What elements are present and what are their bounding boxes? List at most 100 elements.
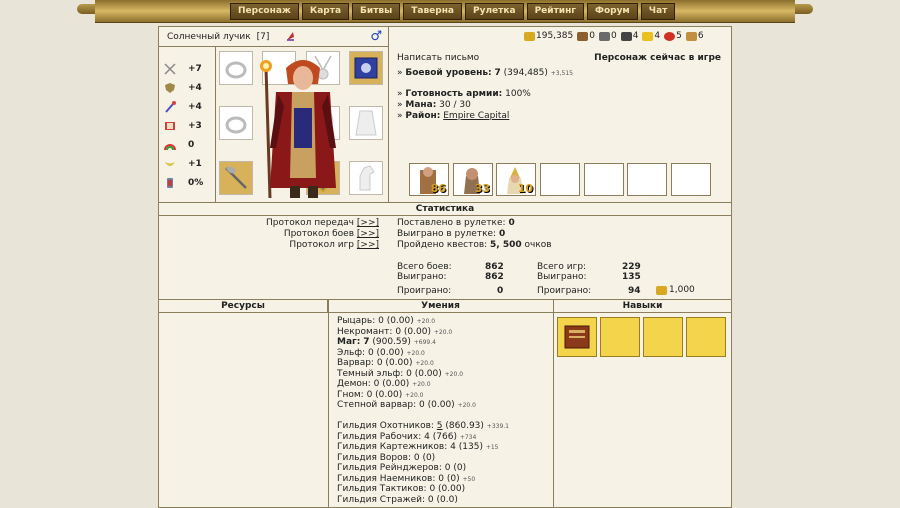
talent-slot-3[interactable]	[643, 317, 683, 357]
battles-won-label: Выиграно:	[397, 272, 447, 282]
nav-chat[interactable]: Чат	[640, 3, 676, 20]
district-link[interactable]: Empire Capital	[443, 111, 509, 121]
equip-slot-weapon[interactable]	[219, 161, 253, 195]
equip-slot-cloak[interactable]	[349, 106, 383, 140]
army-slot-6[interactable]	[627, 163, 667, 196]
stat-knowledge: +3	[164, 120, 208, 132]
skill-row: Демон: 0 (0.00) +20.0	[337, 379, 431, 389]
morale-icon	[165, 162, 175, 166]
crystal-icon	[664, 31, 676, 41]
wood-icon	[577, 31, 589, 41]
ore-icon	[598, 31, 610, 41]
games-total-label: Всего игр:	[537, 262, 587, 272]
battles-total: 862	[485, 262, 504, 272]
games-lost: 94	[628, 286, 641, 296]
battles-lost-label: Проиграно:	[397, 286, 452, 296]
spellbook-icon	[354, 57, 378, 79]
skill-row: Варвар: 0 (0.00) +20.0	[337, 358, 434, 368]
character-panel: Солнечный лучик [7] ♂ 195,385 0 0 4 4 5 6…	[158, 26, 732, 508]
combat-level: » Боевой уровень: 7 (394,485) +3,515	[397, 68, 573, 78]
mana: » Мана: 30 / 30	[397, 100, 471, 110]
resource-gems: 6	[685, 31, 704, 41]
equip-slot-ring2[interactable]	[219, 106, 253, 140]
nav-rating[interactable]: Рейтинг	[526, 3, 585, 20]
initiative-icon	[167, 178, 173, 188]
equip-slot-mount[interactable]	[349, 161, 383, 195]
skill-row: Гильдия Стражей: 0 (0.0)	[337, 494, 458, 505]
horse-icon	[359, 165, 375, 191]
character-header: Солнечный лучик [7] ♂	[159, 27, 389, 47]
battles-lost: 0	[497, 286, 504, 296]
stat-morale: +1	[164, 158, 208, 170]
quests-completed: Пройдено квестов: 5, 500 очков	[397, 240, 552, 250]
talent-slot-2[interactable]	[600, 317, 640, 357]
skill-row: Гильдия Тактиков: 0 (0.00)	[337, 484, 466, 494]
skill-row: Темный эльф: 0 (0.00) +20.0	[337, 368, 464, 379]
resource-sulfur: 4	[642, 31, 660, 41]
stat-spellpower: +4	[164, 101, 208, 113]
talent-slot-1[interactable]	[557, 317, 597, 357]
skill-row: Эльф: 0 (0.00) +20.0	[337, 347, 425, 358]
resources-bar: 195,385 0 0 4 4 5 6	[524, 31, 704, 41]
resource-crystal: 5	[664, 31, 682, 41]
talent-slot-4[interactable]	[686, 317, 726, 357]
battle-protocol-link[interactable]: [>>]	[357, 229, 379, 239]
knowledge-icon	[165, 122, 175, 130]
army-slot-1[interactable]: 86	[409, 163, 449, 196]
skill-row: Маг: 7 (900.59) +699.4	[337, 337, 436, 347]
battle-protocol: Протокол боев [>>]	[283, 229, 379, 239]
skill-row: Гильдия Наемников: 0 (0) +50	[337, 473, 476, 484]
battles-total-label: Всего боев:	[397, 262, 452, 272]
stat-initiative: 0%	[164, 177, 208, 189]
gold-icon	[656, 285, 667, 295]
equipment-area	[216, 47, 389, 202]
spellpower-icon	[165, 101, 176, 113]
army-slot-2[interactable]: 33	[453, 163, 493, 196]
games-won-label: Выиграно:	[537, 272, 587, 282]
resource-mercury: 4	[620, 31, 638, 41]
sulfur-icon	[642, 31, 654, 41]
games-gold: 1,000	[656, 285, 695, 295]
skill-row: Гном: 0 (0.00) +20.0	[337, 389, 424, 400]
games-lost-label: Проиграно:	[537, 286, 592, 296]
transfer-protocol-link[interactable]: [>>]	[357, 218, 379, 228]
gender-male-icon: ♂	[370, 29, 382, 44]
stat-luck: 0	[164, 139, 208, 151]
games-won: 135	[622, 272, 641, 282]
army-slot-3[interactable]: 10	[496, 163, 536, 196]
nav-tavern[interactable]: Таверна	[403, 3, 462, 20]
army-slot-5[interactable]	[584, 163, 624, 196]
hero-portrait	[260, 60, 336, 199]
statistics-header: Статистика	[159, 202, 731, 216]
axe-icon	[225, 166, 247, 189]
gold-icon	[524, 31, 535, 41]
game-protocol-link[interactable]: [>>]	[357, 240, 379, 250]
write-letter-link[interactable]: Написать письмо	[397, 53, 479, 63]
nav-character[interactable]: Персонаж	[230, 3, 299, 20]
skill-row: Гильдия Рабочих: 4 (766) +734	[337, 431, 477, 442]
army-slot-4[interactable]	[540, 163, 580, 196]
skill-row: Гильдия Охотников: 5 (860.93) +339.1	[337, 421, 510, 431]
skill-row: Гильдия Воров: 0 (0)	[337, 452, 436, 463]
talents-header: Навыки	[554, 299, 731, 313]
character-stats: +7 +4 +4 +3 0 +1 0%	[159, 47, 216, 202]
ring-icon	[225, 116, 247, 134]
skill-row: Рыцарь: 0 (0.00) +20.0	[337, 316, 436, 326]
stat-defense: +4	[164, 82, 208, 94]
army-slot-7[interactable]	[671, 163, 711, 196]
top-navigation-bar: Персонаж Карта Битвы Таверна Рулетка Рей…	[77, 0, 813, 23]
resource-wood: 0	[577, 31, 595, 41]
nav-roulette[interactable]: Рулетка	[465, 3, 524, 20]
skill-row: Гильдия Рейнджеров: 0 (0)	[337, 463, 467, 473]
equip-slot-ring[interactable]	[219, 51, 253, 85]
class-wizard-icon	[287, 32, 294, 41]
nav-forum[interactable]: Форум	[587, 3, 638, 20]
games-total: 229	[622, 262, 641, 272]
battles-won: 862	[485, 272, 504, 282]
equip-slot-book[interactable]	[349, 51, 383, 85]
game-protocol: Протокол игр [>>]	[289, 240, 379, 250]
character-name[interactable]: Солнечный лучик [7]	[167, 32, 269, 42]
nav-battles[interactable]: Битвы	[352, 3, 401, 20]
book-skill-icon	[564, 325, 590, 349]
nav-map[interactable]: Карта	[301, 3, 350, 20]
